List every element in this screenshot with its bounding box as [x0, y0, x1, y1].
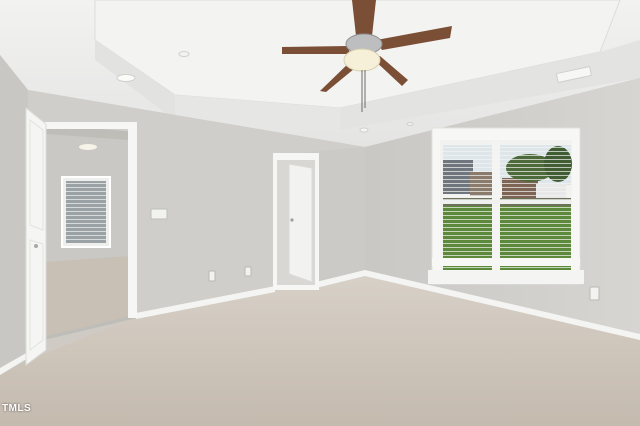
door-icon	[25, 106, 47, 366]
recessed-light	[116, 74, 136, 82]
center-doorway	[273, 153, 319, 290]
watermark: TMLS	[2, 403, 32, 414]
hallway-light	[79, 144, 97, 150]
empty-bedroom-photo: TMLS	[0, 0, 640, 426]
room-illustration	[0, 0, 640, 426]
light-switch-icon	[150, 208, 168, 220]
left-wall	[0, 55, 28, 375]
outlet-icon	[244, 266, 252, 277]
smoke-detector	[178, 51, 190, 57]
outlet-icon	[589, 286, 600, 301]
outlet-icon	[208, 270, 216, 282]
hallway-opening	[42, 122, 137, 340]
window-icon	[428, 127, 584, 285]
